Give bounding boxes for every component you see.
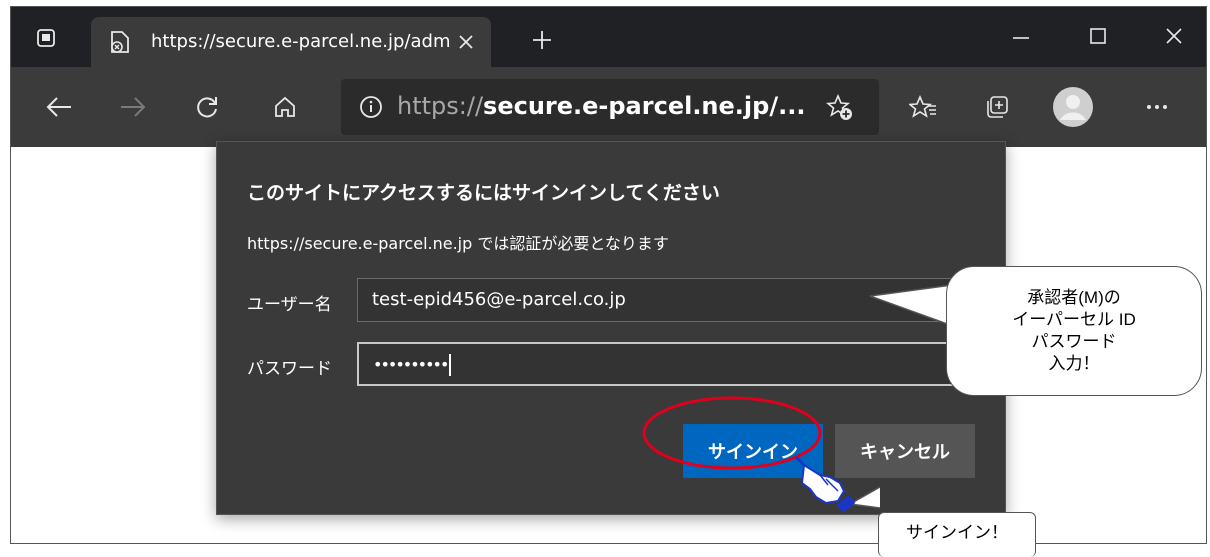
- callout-line-3: パスワード: [1031, 332, 1117, 351]
- credentials-callout: 承認者(M)の イーパーセル ID パスワード 入力！: [946, 266, 1202, 396]
- signin-callout: サインイン！: [878, 512, 1036, 557]
- pointing-hand-icon: [794, 455, 856, 513]
- callout-line-2: イーパーセル ID: [1012, 310, 1136, 329]
- signin-callout-tail: [847, 486, 881, 509]
- credentials-callout-tail: [869, 284, 953, 326]
- signin-highlight-ellipse: [642, 396, 822, 470]
- callout-line-4: 入力！: [1048, 354, 1100, 373]
- signin-callout-text: サインイン！: [906, 523, 1008, 542]
- callout-line-1: 承認者(M)の: [1027, 288, 1121, 307]
